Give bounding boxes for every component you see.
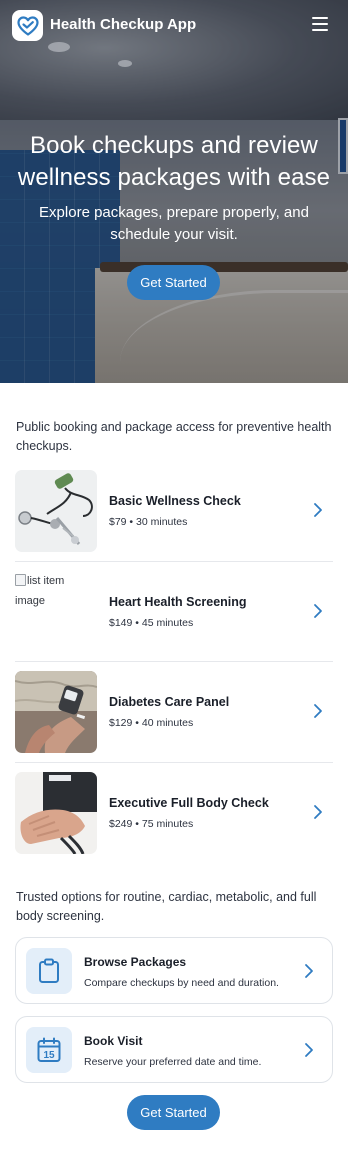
get-started-button[interactable]: Get Started (127, 1095, 220, 1130)
clipboard-icon (39, 958, 59, 983)
package-name: Executive Full Body Check (109, 795, 269, 810)
package-price-duration: $249 • 75 minutes (109, 817, 194, 830)
package-name: Diabetes Care Panel (109, 695, 230, 709)
list-item[interactable]: list item image Heart Health Screening $… (15, 562, 333, 662)
card-icon-tile: 15 (26, 1027, 72, 1073)
package-list: Basic Wellness Check $79 • 30 minutes li… (15, 461, 333, 863)
chevron-right-icon (305, 1043, 313, 1057)
app-logo[interactable] (12, 10, 43, 41)
broken-image-icon (15, 573, 26, 586)
hero-section: Health Checkup App Book checkups and rev… (0, 0, 348, 383)
card-title: Book Visit (84, 1034, 143, 1048)
menu-bar-line (312, 23, 328, 25)
trust-text: Trusted options for routine, cardiac, me… (16, 890, 317, 923)
hero-subtitle: Explore packages, prepare properly, and … (39, 204, 309, 243)
package-name: Basic Wellness Check (109, 494, 241, 508)
package-name: Heart Health Screening (109, 594, 247, 609)
chevron-right-icon (314, 603, 322, 618)
list-item[interactable]: Executive Full Body Check $249 • 75 minu… (15, 763, 333, 864)
book-visit-card[interactable]: 15 Book Visit Reserve your preferred dat… (15, 1016, 333, 1083)
package-price-duration: $129 • 40 minutes (109, 717, 194, 729)
get-started-button[interactable]: Get Started (127, 265, 220, 300)
stethoscope-image (15, 470, 97, 552)
chevron-right-icon (314, 704, 322, 718)
package-image (15, 470, 97, 552)
package-price-duration: $79 • 30 minutes (109, 516, 188, 528)
card-icon-tile (26, 948, 72, 994)
intro-text: Public booking and package access for pr… (16, 420, 332, 453)
calendar-icon: 15 (37, 1037, 61, 1062)
broken-image-placeholder: list item image (15, 571, 85, 611)
card-description: Reserve your preferred date and time. (84, 1056, 262, 1068)
list-item[interactable]: Basic Wellness Check $79 • 30 minutes (15, 461, 333, 562)
browse-packages-card[interactable]: Browse Packages Compare checkups by need… (15, 937, 333, 1004)
glucose-meter-image (15, 671, 97, 753)
list-item[interactable]: Diabetes Care Panel $129 • 40 minutes (15, 662, 333, 763)
hamburger-menu-button[interactable] (312, 17, 328, 31)
hero-title: Book checkups and review wellness packag… (17, 132, 331, 191)
app-name: Health Checkup App (50, 16, 197, 33)
menu-bar-line (312, 17, 328, 19)
blood-pressure-cuff-image (15, 771, 97, 854)
card-title: Browse Packages (84, 955, 187, 969)
chevron-right-icon (314, 503, 322, 517)
heart-check-icon (16, 15, 39, 36)
top-navigation-bar: Health Checkup App (0, 0, 348, 52)
calendar-day: 15 (43, 1050, 55, 1061)
chevron-right-icon (314, 804, 322, 819)
menu-bar-line (312, 29, 328, 31)
card-description: Compare checkups by need and duration. (84, 977, 279, 989)
package-image (15, 671, 97, 753)
package-image (15, 771, 97, 854)
package-price-duration: $149 • 45 minutes (109, 616, 194, 629)
chevron-right-icon (305, 964, 313, 978)
